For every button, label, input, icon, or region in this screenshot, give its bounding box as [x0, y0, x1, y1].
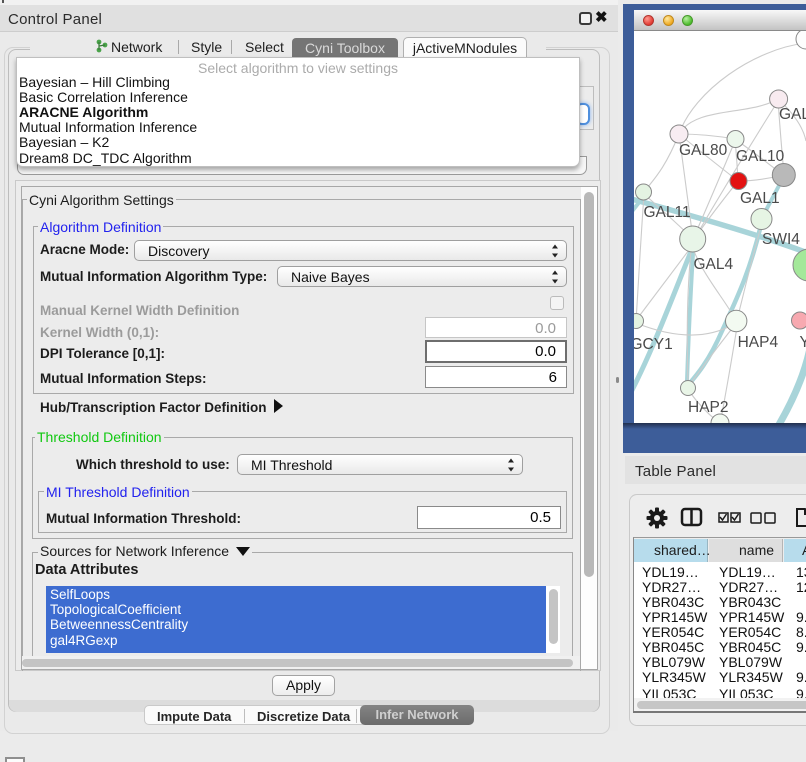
svg-text:GAL11: GAL11: [644, 204, 691, 221]
svg-text:SWI4: SWI4: [762, 231, 800, 248]
svg-text:GAL4: GAL4: [694, 256, 734, 273]
svg-text:GAL10: GAL10: [736, 148, 785, 165]
svg-text:Y: Y: [800, 334, 806, 351]
svg-text:GCY1: GCY1: [634, 336, 673, 353]
svg-text:GAL2: GAL2: [779, 106, 806, 123]
svg-text:GAL1: GAL1: [740, 190, 780, 207]
svg-text:HAP4: HAP4: [738, 334, 779, 351]
svg-text:HAP2: HAP2: [688, 399, 729, 416]
svg-text:GAL80: GAL80: [679, 142, 728, 159]
